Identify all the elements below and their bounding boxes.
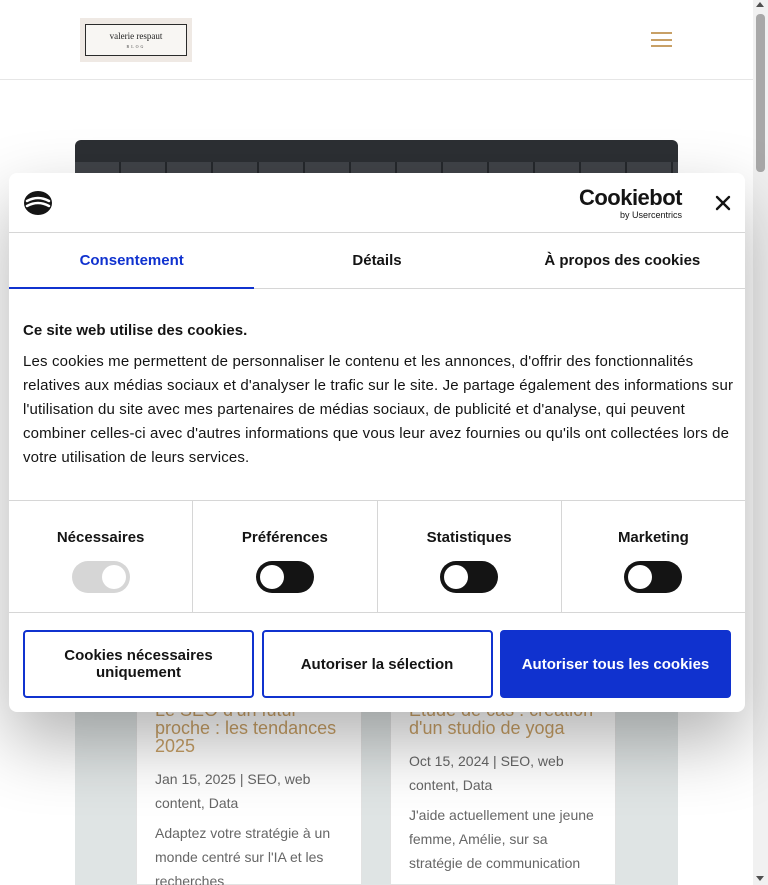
site-logo[interactable]: valerie respaut BLOG bbox=[80, 18, 192, 62]
brand-main: Cookiebot bbox=[578, 185, 683, 210]
post-excerpt: J'aide actuellement une jeune femme, Amé… bbox=[409, 807, 594, 871]
category-statistics: Statistiques bbox=[378, 501, 562, 612]
preferences-toggle[interactable] bbox=[255, 561, 314, 593]
post-meta: Oct 15, 2024 | SEO, web content, Data bbox=[409, 753, 564, 793]
brand-sub: by Usercentrics bbox=[619, 210, 682, 220]
category-preferences: Préférences bbox=[193, 501, 378, 612]
site-header: valerie respaut BLOG bbox=[0, 0, 753, 80]
category-label: Statistiques bbox=[426, 529, 512, 546]
category-marketing: Marketing bbox=[562, 501, 745, 612]
cookiebot-brand[interactable]: Cookiebot by Usercentrics bbox=[578, 185, 683, 221]
post-card[interactable]: Le SEO d'un futur proche : les tendances… bbox=[136, 690, 362, 885]
statistics-toggle[interactable] bbox=[440, 561, 499, 593]
tab-about[interactable]: À propos des cookies bbox=[500, 233, 745, 288]
necessary-only-button[interactable]: Cookies nécessaires uniquement bbox=[23, 630, 254, 698]
category-label: Marketing bbox=[617, 529, 689, 546]
allow-selection-button[interactable]: Autoriser la sélection bbox=[261, 630, 493, 698]
marketing-toggle[interactable] bbox=[624, 561, 683, 593]
logo-name: valerie respaut bbox=[109, 31, 163, 41]
post-card[interactable]: Etude de cas : création d'un studio de y… bbox=[390, 690, 616, 885]
scroll-down-arrow-icon[interactable] bbox=[756, 876, 764, 881]
post-excerpt: Adaptez votre stratégie à un monde centr… bbox=[155, 825, 331, 885]
scroll-up-arrow-icon[interactable] bbox=[756, 2, 764, 7]
cookie-category-toggles: Nécessaires Préférences Statistiques Mar… bbox=[9, 500, 745, 613]
dialog-actions: Cookies nécessaires uniquement Autoriser… bbox=[23, 630, 731, 698]
post-meta: Jan 15, 2025 | SEO, web content, Data bbox=[155, 771, 311, 811]
scrollbar-thumb[interactable] bbox=[756, 14, 765, 172]
dialog-description: Les cookies me permettent de personnalis… bbox=[23, 353, 734, 466]
cookie-consent-dialog: Cookiebot by Usercentrics Consentement D… bbox=[9, 173, 745, 712]
page-scrollbar[interactable] bbox=[753, 0, 768, 885]
tab-consent[interactable]: Consentement bbox=[9, 233, 255, 289]
logo-frame: valerie respaut BLOG bbox=[85, 24, 187, 56]
hamburger-menu-icon[interactable] bbox=[651, 32, 672, 47]
category-label: Nécessaires bbox=[56, 529, 145, 546]
dialog-body: Ce site web utilise des cookies. Les coo… bbox=[23, 321, 735, 470]
category-label: Préférences bbox=[241, 529, 328, 546]
tab-details[interactable]: Détails bbox=[254, 233, 499, 288]
logo-sub: BLOG bbox=[126, 44, 146, 49]
close-icon[interactable] bbox=[713, 193, 733, 213]
dialog-tabs: Consentement Détails À propos des cookie… bbox=[9, 233, 745, 289]
cookiebot-logo-icon bbox=[24, 191, 52, 215]
category-necessary: Nécessaires bbox=[9, 501, 194, 612]
necessary-toggle bbox=[71, 561, 130, 593]
allow-all-button[interactable]: Autoriser tous les cookies bbox=[500, 630, 731, 698]
dialog-header: Cookiebot by Usercentrics bbox=[9, 173, 745, 233]
dialog-heading: Ce site web utilise des cookies. bbox=[23, 322, 248, 339]
